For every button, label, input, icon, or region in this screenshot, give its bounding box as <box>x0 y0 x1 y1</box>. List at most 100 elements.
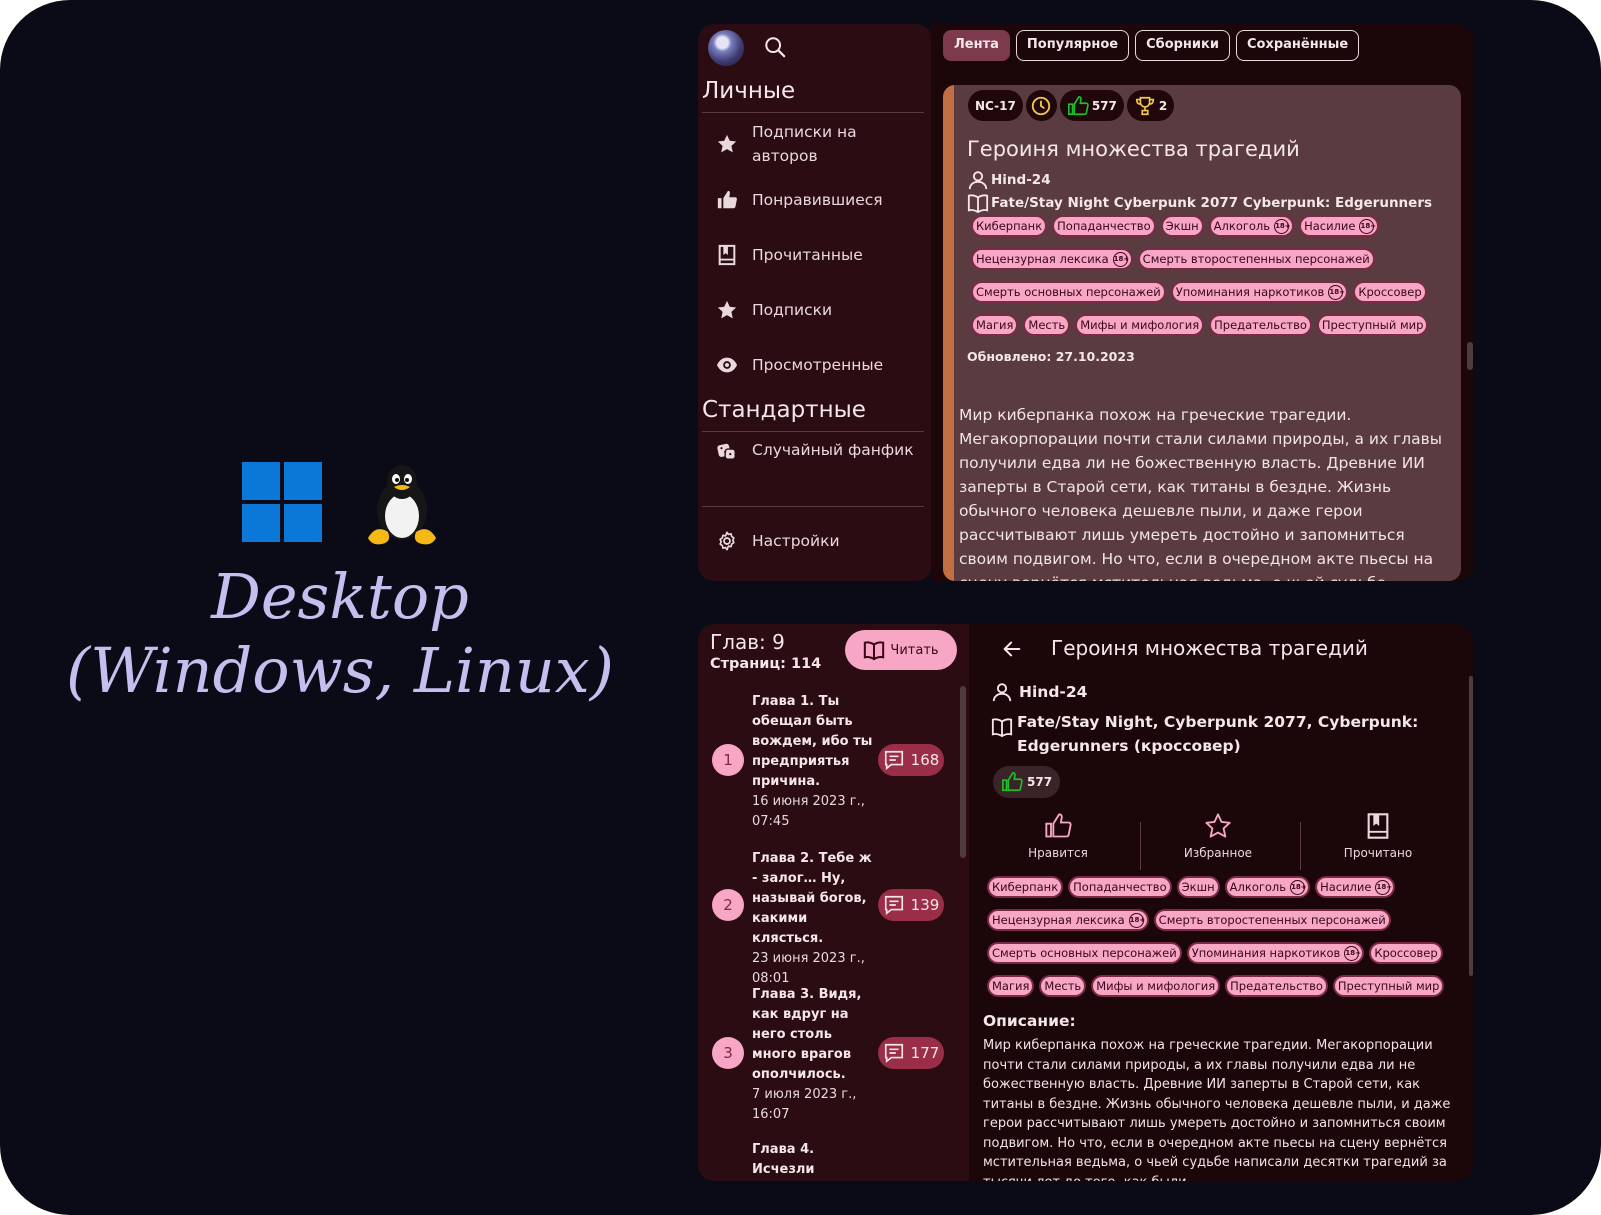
tag-chip[interactable]: Попаданчество <box>1052 215 1156 237</box>
tag-chip[interactable]: Преступный мир <box>1316 314 1429 336</box>
search-icon[interactable] <box>764 36 786 58</box>
tag-chip[interactable]: Смерть основных персонажей <box>971 281 1166 303</box>
star-icon <box>1205 813 1231 838</box>
back-arrow-icon[interactable] <box>1001 638 1023 660</box>
tag-label: Магия <box>992 979 1030 993</box>
tag-chip[interactable]: Упоминания наркотиков 18+ <box>1170 281 1349 303</box>
detail-author[interactable]: Hind-24 <box>991 680 1087 704</box>
comment-count: 168 <box>910 751 940 769</box>
like-label: Нравится <box>1028 846 1088 860</box>
tag-chip[interactable]: Месть <box>1023 314 1071 336</box>
sidebar-item-random-fanfic[interactable]: Случайный фанфик <box>716 438 921 462</box>
tag-chip[interactable]: Смерть второстепенных персонажей <box>1153 909 1391 931</box>
tag-label: Смерть второстепенных персонажей <box>1142 252 1370 266</box>
card-tags: Киберпанк Попаданчество Экшн Алкоголь 18+ Нас… <box>971 215 1451 347</box>
like-button[interactable]: Нравится <box>983 812 1133 860</box>
tag-chip[interactable]: Киберпанк <box>971 215 1048 237</box>
sidebar-item-liked[interactable]: Понравившиеся <box>716 188 921 212</box>
sidebar-item-author-subscriptions[interactable]: Подписки на авторов <box>716 120 921 168</box>
chapter-date: 16 июня 2023 г., 07:45 <box>752 794 865 829</box>
card-title[interactable]: Героиня множества трагедий <box>967 137 1300 161</box>
tag-label: Смерть второстепенных персонажей <box>1158 913 1386 927</box>
tag-chip[interactable]: Смерть второстепенных персонажей <box>1137 248 1375 270</box>
open-book-icon <box>864 641 885 661</box>
chapters-panel: Глав: 9 Страниц: 114 Читать 1 Глава 1. Т… <box>698 624 970 1181</box>
tag-chip[interactable]: Мифы и мифология <box>1091 975 1221 997</box>
comment-icon <box>884 750 903 770</box>
avatar[interactable] <box>708 30 744 66</box>
tag-chip[interactable]: Насилие 18+ <box>1299 215 1380 237</box>
tag-chip[interactable]: Алкоголь 18+ <box>1208 215 1295 237</box>
card-accent <box>943 85 954 581</box>
person-icon <box>968 171 988 190</box>
tag-label: Преступный мир <box>1337 979 1440 993</box>
book-icon <box>1367 813 1389 839</box>
sidebar-item-label: Настройки <box>752 532 840 550</box>
card-author[interactable]: Hind-24 <box>967 169 1051 191</box>
tag-label: Киберпанк <box>976 219 1043 233</box>
mark-read-button[interactable]: Прочитано <box>1303 812 1453 860</box>
comments-button[interactable]: 168 <box>878 744 944 776</box>
tag-label: Смерть основных персонажей <box>976 285 1161 299</box>
sidebar-item-read[interactable]: Прочитанные <box>716 243 921 267</box>
tag-chip[interactable]: Нецензурная лексика 18+ <box>987 909 1149 931</box>
tag-chip[interactable]: Экшн <box>1160 215 1204 237</box>
trophy-count: 2 <box>1158 98 1168 113</box>
comments-button[interactable]: 177 <box>878 1037 944 1069</box>
fanfic-card[interactable]: NC-17 577 2 Героиня множества трагедий H… <box>943 85 1461 581</box>
tag-chip[interactable]: Экшн <box>1176 876 1220 898</box>
detail-tags: Киберпанк Попаданчество Экшн Алкоголь 18+ Нас… <box>987 876 1467 1008</box>
tag-chip[interactable]: Месть <box>1039 975 1087 997</box>
tag-label: Нецензурная лексика <box>992 913 1125 927</box>
tag-label: Преступный мир <box>1321 318 1424 332</box>
tag-chip[interactable]: Магия <box>971 314 1019 336</box>
chapters-header: Глав: 9 Страниц: 114 <box>710 630 821 672</box>
tag-chip[interactable]: Предательство <box>1225 975 1328 997</box>
read-button[interactable]: Читать <box>845 630 957 670</box>
sidebar-item-settings[interactable]: Настройки <box>716 529 921 553</box>
tag-label: Алкоголь <box>1213 219 1271 233</box>
tag-chip[interactable]: Магия <box>987 975 1035 997</box>
detail-description: Мир киберпанка похож на греческие трагед… <box>983 1038 1451 1181</box>
tag-chip[interactable]: Алкоголь 18+ <box>1224 876 1311 898</box>
detail-scrollbar[interactable] <box>1469 676 1473 976</box>
person-icon <box>992 683 1012 702</box>
sidebar-item-viewed[interactable]: Просмотренные <box>716 353 921 377</box>
card-fandoms[interactable]: Fate/Stay Night Cyberpunk 2077 Cyberpunk… <box>967 192 1432 214</box>
sidebar-item-label: Случайный фанфик <box>752 441 914 459</box>
age-restriction-icon: 18+ <box>1328 284 1345 300</box>
tag-chip[interactable]: Кроссовер <box>1353 281 1427 303</box>
thumb-up-icon <box>1002 772 1023 792</box>
trophy-badge: 2 <box>1126 90 1175 121</box>
chapter-title: Глава 2. Тебе ж - залог… Ну, называй бог… <box>752 849 874 989</box>
tag-chip[interactable]: Упоминания наркотиков 18+ <box>1186 942 1365 964</box>
comments-button[interactable]: 139 <box>878 889 944 921</box>
tab-feed[interactable]: Лента <box>943 30 1010 61</box>
tag-chip[interactable]: Предательство <box>1209 314 1312 336</box>
clock-icon <box>1032 96 1051 115</box>
feed-scrollbar[interactable] <box>1467 342 1473 370</box>
tab-popular[interactable]: Популярное <box>1015 30 1130 61</box>
age-restriction-icon: 18+ <box>1290 879 1307 895</box>
favorite-button[interactable]: Избранное <box>1143 812 1293 860</box>
tag-chip[interactable]: Мифы и мифология <box>1075 314 1205 336</box>
tag-chip[interactable]: Смерть основных персонажей <box>987 942 1182 964</box>
author-name: Hind-24 <box>1019 683 1088 701</box>
updated-date: Обновлено: 27.10.2023 <box>967 349 1135 364</box>
tag-chip[interactable]: Киберпанк <box>987 876 1064 898</box>
tag-chip[interactable]: Насилие 18+ <box>1315 876 1396 898</box>
open-book-icon <box>967 194 989 214</box>
chapters-scrollbar[interactable] <box>960 686 966 858</box>
age-restriction-icon: 18+ <box>1344 945 1361 961</box>
detail-fandoms[interactable]: Fate/Stay Night, Cyberpunk 2077, Cyberpu… <box>991 710 1461 758</box>
tag-chip[interactable]: Кроссовер <box>1369 942 1443 964</box>
tag-label: Кроссовер <box>1358 285 1422 299</box>
tag-chip[interactable]: Преступный мир <box>1332 975 1445 997</box>
tab-saved[interactable]: Сохранённые <box>1235 30 1360 61</box>
tag-chip[interactable]: Нецензурная лексика 18+ <box>971 248 1133 270</box>
tag-chip[interactable]: Попаданчество <box>1068 876 1172 898</box>
card-description: Мир киберпанка похож на греческие трагед… <box>959 406 1442 581</box>
divider <box>702 112 924 113</box>
sidebar-item-subscriptions[interactable]: Подписки <box>716 298 921 322</box>
tab-collections[interactable]: Сборники <box>1135 30 1230 61</box>
